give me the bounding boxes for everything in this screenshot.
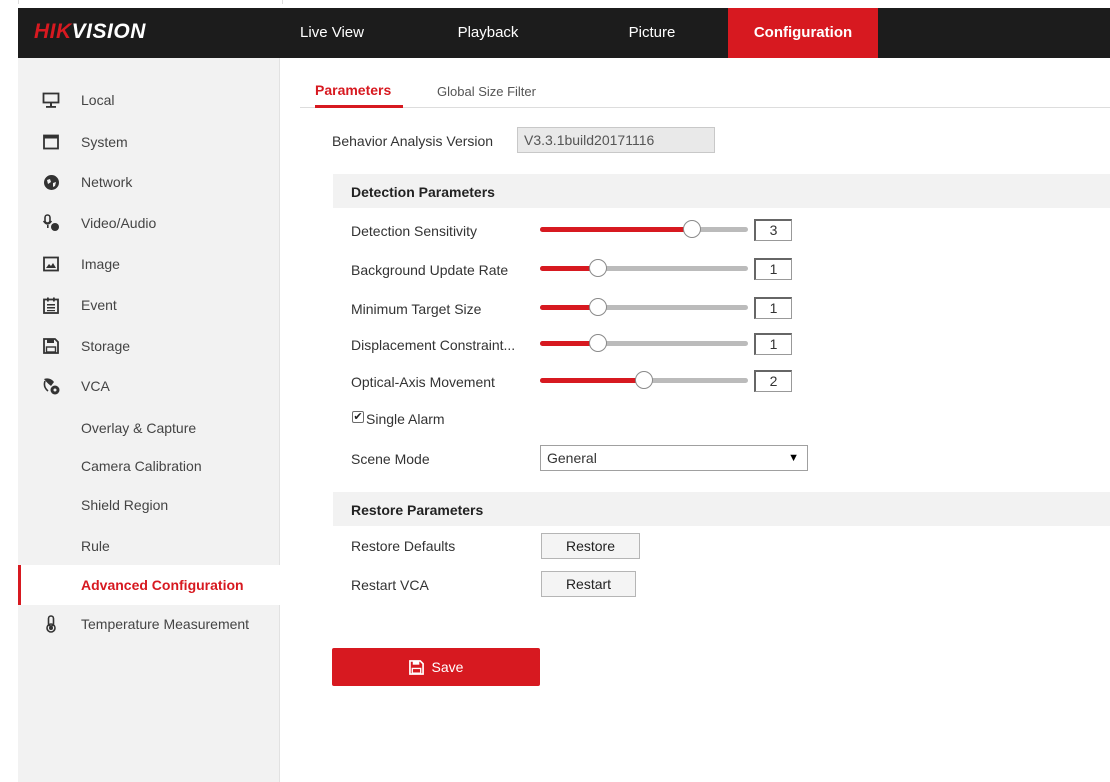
slider-thumb[interactable]	[589, 298, 608, 316]
displacement-constraint-slider[interactable]	[540, 333, 750, 353]
detection-sensitivity-label: Detection Sensitivity	[351, 223, 478, 239]
slider-thumb[interactable]	[682, 220, 701, 238]
floppy-icon	[408, 659, 424, 675]
optical-axis-movement-label: Optical-Axis Movement	[351, 374, 495, 390]
sidebar-subitem-camera-calibration[interactable]: Camera Calibration	[18, 446, 280, 486]
minimum-target-size-value[interactable]: 1	[754, 297, 792, 319]
image-icon	[42, 255, 60, 273]
sidebar-subitem-label: Overlay & Capture	[81, 420, 197, 436]
sidebar-item-image[interactable]: Image	[18, 244, 280, 284]
top-navigation-bar: HIKVISION Live View Playback Picture Con…	[18, 8, 1110, 58]
sidebar-item-label: Event	[81, 297, 117, 313]
sidebar-item-system[interactable]: System	[18, 122, 280, 162]
scene-mode-value: General	[547, 450, 597, 466]
floppy-icon	[42, 337, 60, 355]
sidebar-subitem-label: Rule	[81, 538, 110, 554]
sidebar-item-vca[interactable]: VCA	[18, 366, 280, 406]
section-title: Restore Parameters	[351, 502, 484, 518]
sidebar-subitem-label: Camera Calibration	[81, 458, 202, 474]
slider-thumb[interactable]	[589, 259, 608, 277]
single-alarm-label: Single Alarm	[366, 411, 445, 427]
sidebar-subitem-overlay-capture[interactable]: Overlay & Capture	[18, 408, 280, 448]
sidebar-subitem-label: Shield Region	[81, 497, 169, 513]
slider-thumb[interactable]	[635, 371, 653, 389]
version-label: Behavior Analysis Version	[332, 133, 494, 149]
globe-icon	[42, 173, 60, 191]
tab-parameters[interactable]: Parameters	[315, 78, 403, 108]
sidebar-item-label: Temperature Measurement	[81, 616, 250, 632]
sidebar-subitem-shield-region[interactable]: Shield Region	[18, 485, 280, 525]
sidebar-item-label: VCA	[81, 378, 110, 394]
minimum-target-size-slider[interactable]	[540, 297, 750, 317]
sidebar-item-event[interactable]: Event	[18, 285, 280, 325]
restart-vca-label: Restart VCA	[351, 577, 429, 593]
displacement-constraint-value[interactable]: 1	[754, 333, 792, 355]
detection-sensitivity-slider[interactable]	[540, 219, 750, 239]
sidebar: Local System Network Video/Audio Image E…	[18, 58, 280, 782]
microphone-icon	[42, 214, 60, 232]
sidebar-item-label: Storage	[81, 338, 131, 354]
thermometer-icon	[42, 615, 60, 633]
single-alarm-checkbox[interactable]: ✔	[352, 411, 364, 423]
vca-icon	[42, 377, 60, 395]
sidebar-item-network[interactable]: Network	[18, 162, 280, 202]
nav-picture[interactable]: Picture	[608, 8, 696, 58]
dropdown-arrow-icon: ▼	[788, 452, 799, 464]
restart-button[interactable]: Restart	[541, 571, 636, 597]
detection-sensitivity-value[interactable]: 3	[754, 219, 792, 241]
sidebar-item-temperature-measurement[interactable]: Temperature Measurement	[18, 604, 280, 644]
nav-configuration[interactable]: Configuration	[728, 8, 878, 58]
scene-mode-label: Scene Mode	[351, 451, 430, 467]
sidebar-item-label: Image	[81, 256, 120, 272]
restore-defaults-label: Restore Defaults	[351, 538, 456, 554]
monitor-icon	[42, 91, 60, 109]
section-title: Detection Parameters	[351, 184, 495, 200]
nav-playback[interactable]: Playback	[438, 8, 538, 58]
save-label: Save	[431, 659, 464, 675]
scene-mode-select[interactable]: General ▼	[540, 445, 808, 471]
optical-axis-movement-slider[interactable]	[540, 370, 750, 390]
sidebar-subitem-label: Advanced Configuration	[81, 577, 244, 593]
top-strip-divider	[282, 0, 283, 4]
optical-axis-movement-value[interactable]: 2	[754, 370, 792, 392]
background-update-rate-value[interactable]: 1	[754, 258, 792, 280]
displacement-constraint-label: Displacement Constraint...	[351, 337, 516, 353]
window-icon	[42, 133, 60, 151]
sidebar-item-local[interactable]: Local	[18, 80, 280, 120]
top-strip-divider	[18, 0, 19, 4]
slider-thumb[interactable]	[589, 334, 608, 352]
background-update-rate-slider[interactable]	[540, 258, 750, 278]
sidebar-item-label: System	[81, 134, 128, 150]
minimum-target-size-label: Minimum Target Size	[351, 301, 482, 317]
restore-button[interactable]: Restore	[541, 533, 640, 559]
sidebar-item-storage[interactable]: Storage	[18, 326, 280, 366]
sidebar-item-label: Video/Audio	[81, 215, 157, 231]
sidebar-item-label: Local	[81, 92, 115, 108]
restore-parameters-header: Restore Parameters	[333, 492, 1110, 526]
tab-bar: Parameters Global Size Filter	[300, 78, 1110, 108]
tab-global-size-filter[interactable]: Global Size Filter	[437, 78, 577, 108]
sidebar-item-label: Network	[81, 174, 133, 190]
sidebar-item-video-audio[interactable]: Video/Audio	[18, 203, 280, 243]
nav-live-view[interactable]: Live View	[288, 8, 376, 58]
calendar-icon	[42, 296, 60, 314]
hikvision-logo: HIKVISION	[34, 20, 146, 43]
background-update-rate-label: Background Update Rate	[351, 262, 509, 278]
save-button[interactable]: Save	[332, 648, 540, 686]
version-field: V3.3.1build20171116	[517, 127, 715, 153]
sidebar-subitem-advanced-configuration[interactable]: Advanced Configuration	[18, 565, 280, 605]
sidebar-subitem-rule[interactable]: Rule	[18, 526, 280, 566]
detection-parameters-header: Detection Parameters	[333, 174, 1110, 208]
top-strip	[0, 0, 1110, 8]
